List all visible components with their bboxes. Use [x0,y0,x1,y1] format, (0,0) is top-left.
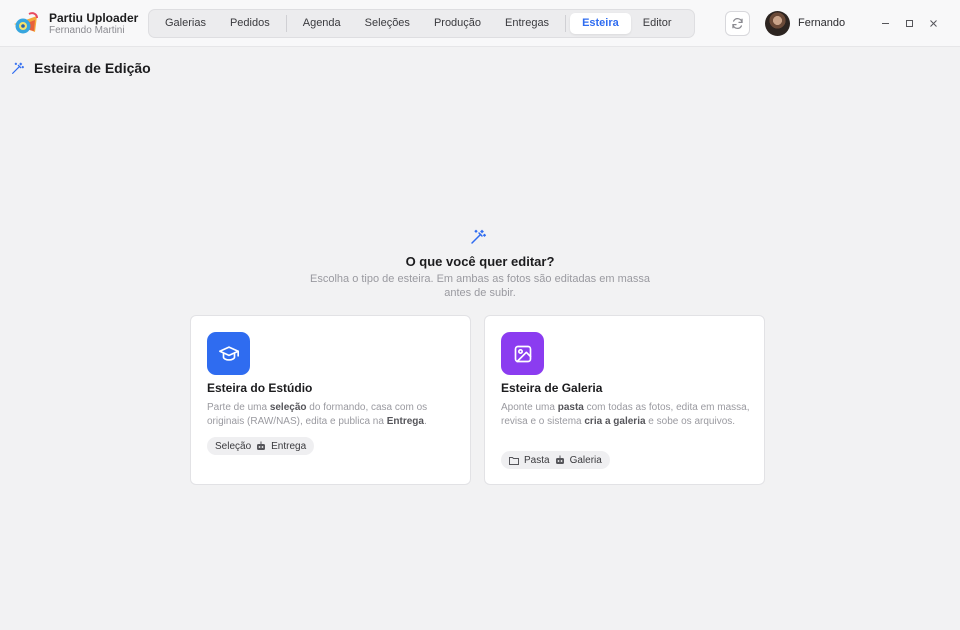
nav-divider [565,15,567,32]
nav-item-selecoes[interactable]: Seleções [353,13,422,34]
robot-icon [256,441,266,451]
flow-from: Seleção [215,440,252,452]
studio-pipeline-card[interactable]: Esteira do Estúdio Parte de uma seleção … [190,315,471,485]
robot-icon [555,455,565,465]
close-button[interactable] [925,15,941,31]
app-logo [14,12,38,34]
hero-title: O que você quer editar? [405,254,555,269]
page-header: Esteira de Edição [11,59,151,77]
flow-pill: Pasta Galeria [501,451,610,469]
minimize-button[interactable] [877,15,893,31]
card-icon-badge [207,332,250,375]
main-nav: Galerias Pedidos Agenda Seleções Produçã… [148,9,695,38]
app-subtitle: Fernando Martini [49,25,125,36]
magic-wand-icon [471,229,486,244]
card-description: Parte de uma seleção do formando, casa c… [207,402,428,427]
user-name[interactable]: Fernando [798,17,845,29]
card-icon-badge [501,332,544,375]
page-title: Esteira de Edição [34,60,151,76]
nav-item-entregas[interactable]: Entregas [493,13,561,34]
maximize-icon [905,19,913,27]
close-icon [929,19,937,27]
avatar[interactable] [765,11,790,36]
nav-item-agenda[interactable]: Agenda [291,13,353,34]
flow-pill: Seleção Entrega [207,437,315,455]
card-title: Esteira do Estúdio [207,381,313,395]
flow-from: Pasta [524,454,550,466]
hero-description: Escolha o tipo de esteira. Em ambas as f… [310,273,650,299]
nav-divider [285,15,287,32]
sync-button[interactable] [725,11,750,36]
nav-item-galerias[interactable]: Galerias [153,13,218,34]
minimize-icon [881,22,889,24]
nav-item-esteira[interactable]: Esteira [570,13,631,34]
card-title: Esteira de Galeria [501,381,603,395]
flow-to: Galeria [569,454,602,466]
app-title: Partiu Uploader [49,11,139,25]
nav-item-producao[interactable]: Produção [422,13,493,34]
image-icon [514,345,531,362]
graduation-cap-icon [218,345,239,361]
nav-item-pedidos[interactable]: Pedidos [218,13,282,34]
maximize-button[interactable] [901,15,917,31]
refresh-icon [732,18,743,29]
top-bar: Partiu Uploader Fernando Martini Galeria… [0,0,960,47]
flow-to: Entrega [271,440,307,452]
folder-icon [509,456,519,465]
magic-wand-icon [12,62,24,74]
nav-item-editor[interactable]: Editor [631,13,684,34]
card-description: Aponte uma pasta com todas as fotos, edi… [501,402,750,427]
gallery-pipeline-card[interactable]: Esteira de Galeria Aponte uma pasta com … [484,315,765,485]
